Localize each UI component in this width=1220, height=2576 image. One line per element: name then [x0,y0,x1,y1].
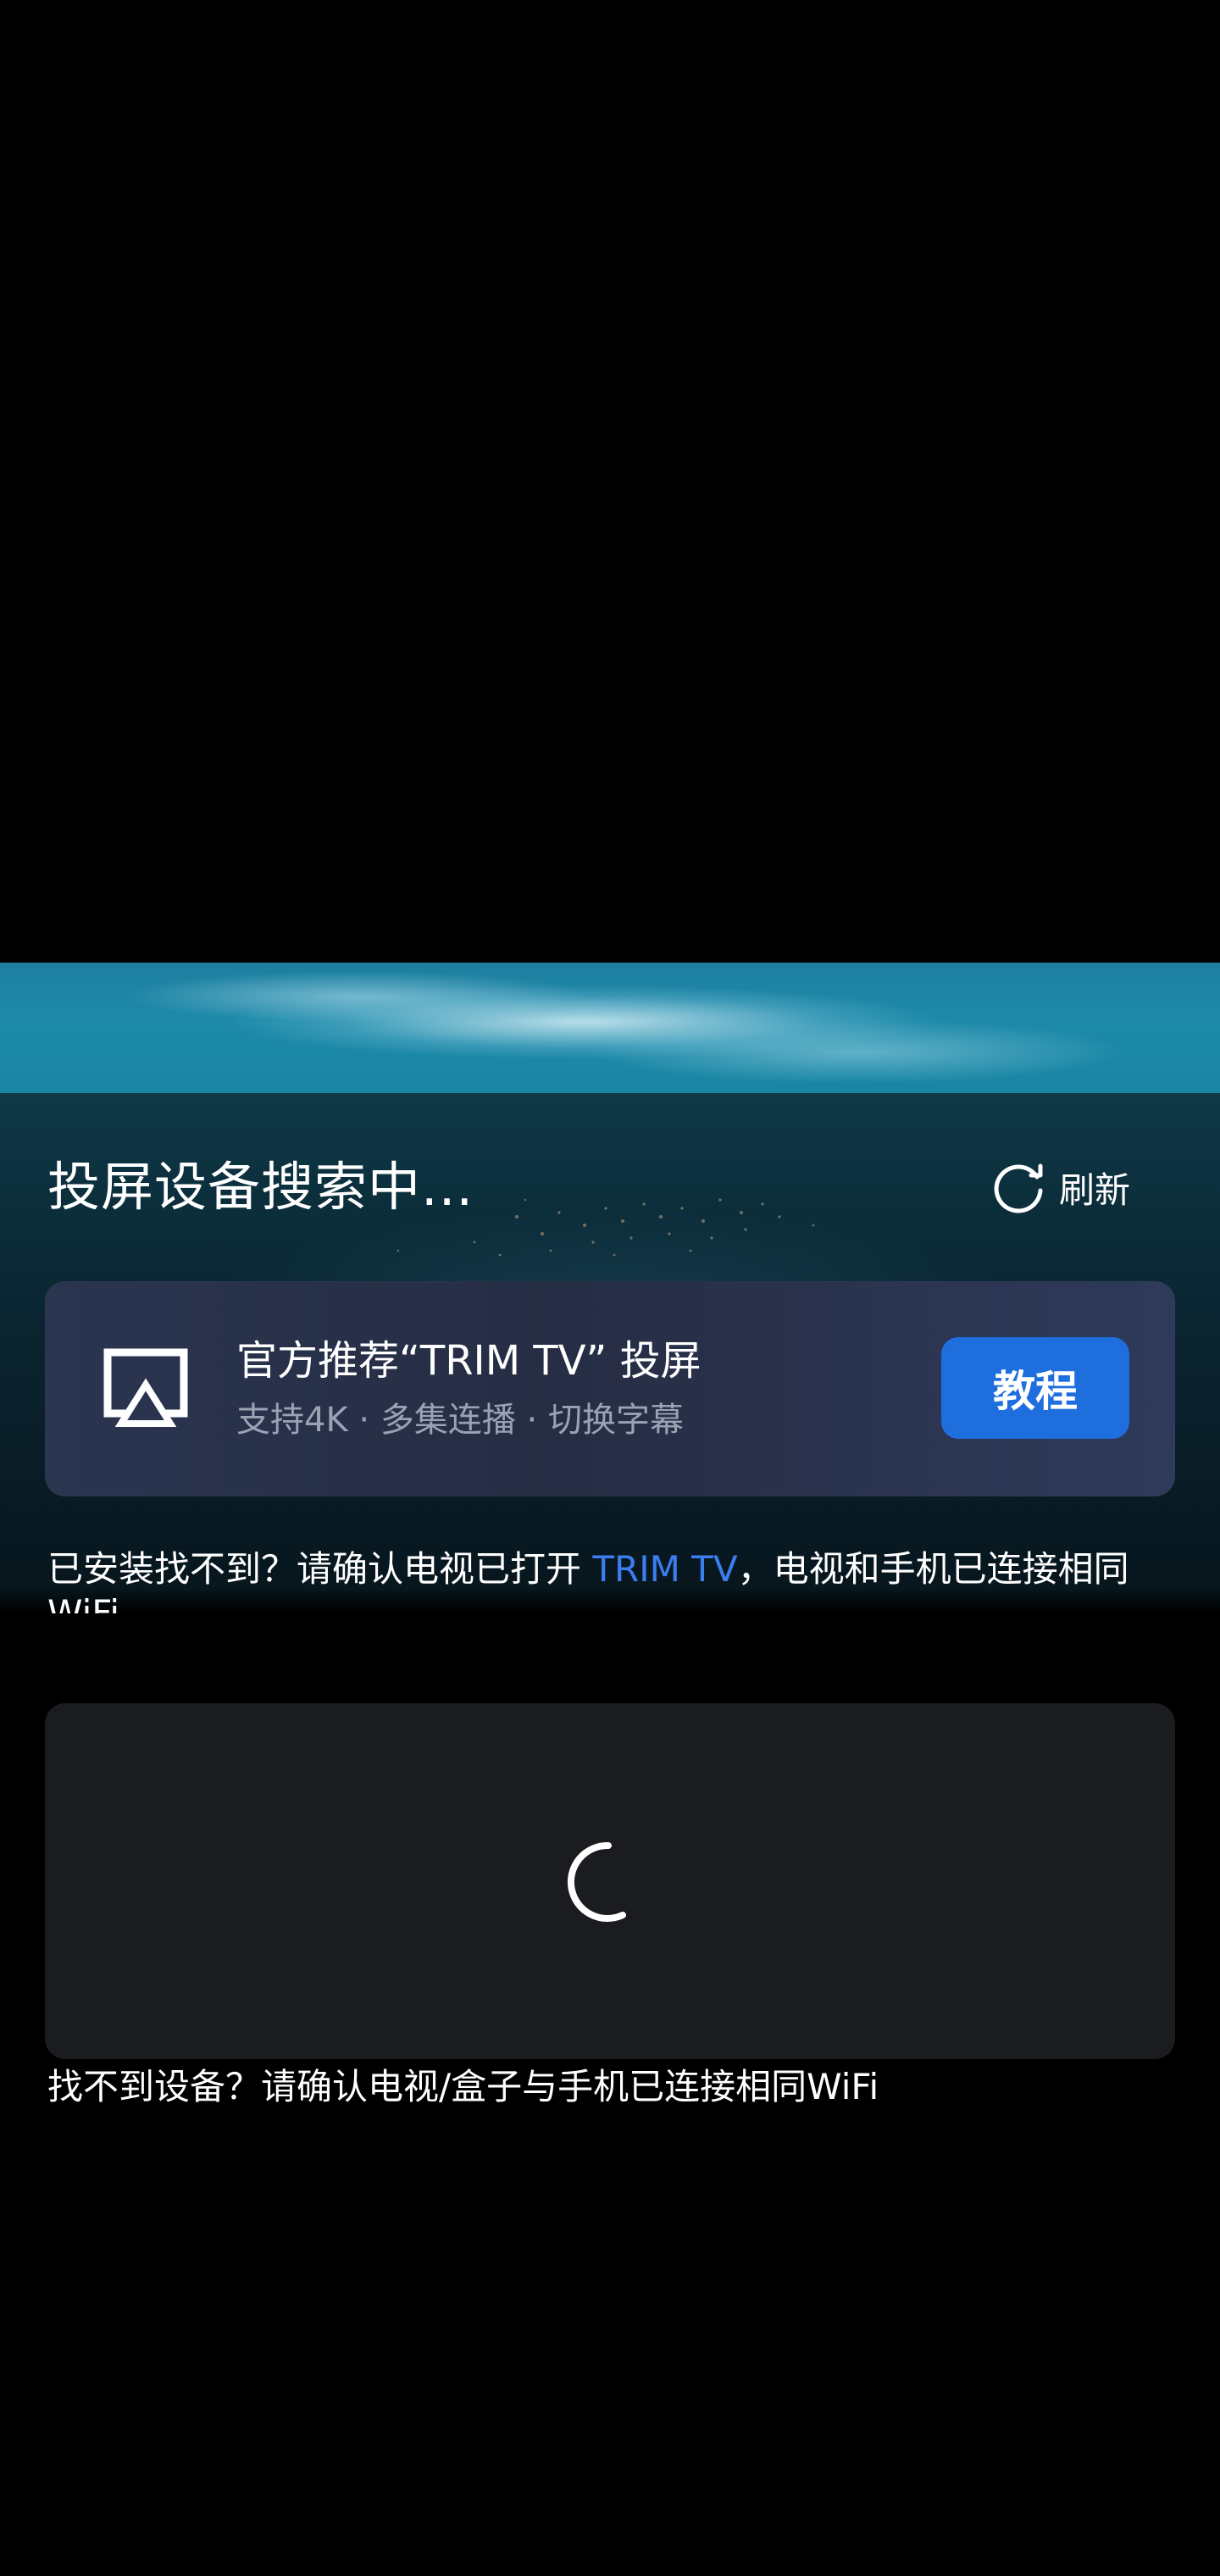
blank-backdrop [0,0,1220,963]
install-hint: 已安装找不到？请确认电视已打开 TRIM TV，电视和手机已连接相同WiFi [47,1547,1191,1613]
refresh-label: 刷新 [1059,1169,1131,1211]
tutorial-button[interactable]: 教程 [941,1337,1129,1439]
loading-spinner-icon [567,1841,626,1922]
trim-tv-link[interactable]: TRIM TV [592,1548,737,1590]
page-title: 投屏设备搜索中... [47,1156,474,1218]
airplay-icon [103,1348,188,1427]
cast-sheet: 投屏设备搜索中... 刷新 官方推荐“TRIM TV” 投屏 支持4K · 多集… [0,963,1220,2576]
device-not-found-hint: 找不到设备？请确认电视/盒子与手机已连接相同WiFi [47,2066,879,2107]
refresh-icon [994,1163,1043,1213]
refresh-button[interactable]: 刷新 [991,1153,1130,1221]
promo-subtitle: 支持4K · 多集连播 · 切换字幕 [236,1401,684,1440]
install-hint-prefix: 已安装找不到？请确认电视已打开 [47,1548,593,1590]
trim-tv-promo-card[interactable]: 官方推荐“TRIM TV” 投屏 支持4K · 多集连播 · 切换字幕 教程 [45,1281,1175,1496]
promo-title: 官方推荐“TRIM TV” 投屏 [236,1337,702,1385]
device-list-panel [45,1703,1175,2059]
hero-background: 投屏设备搜索中... 刷新 官方推荐“TRIM TV” 投屏 支持4K · 多集… [0,963,1220,1613]
